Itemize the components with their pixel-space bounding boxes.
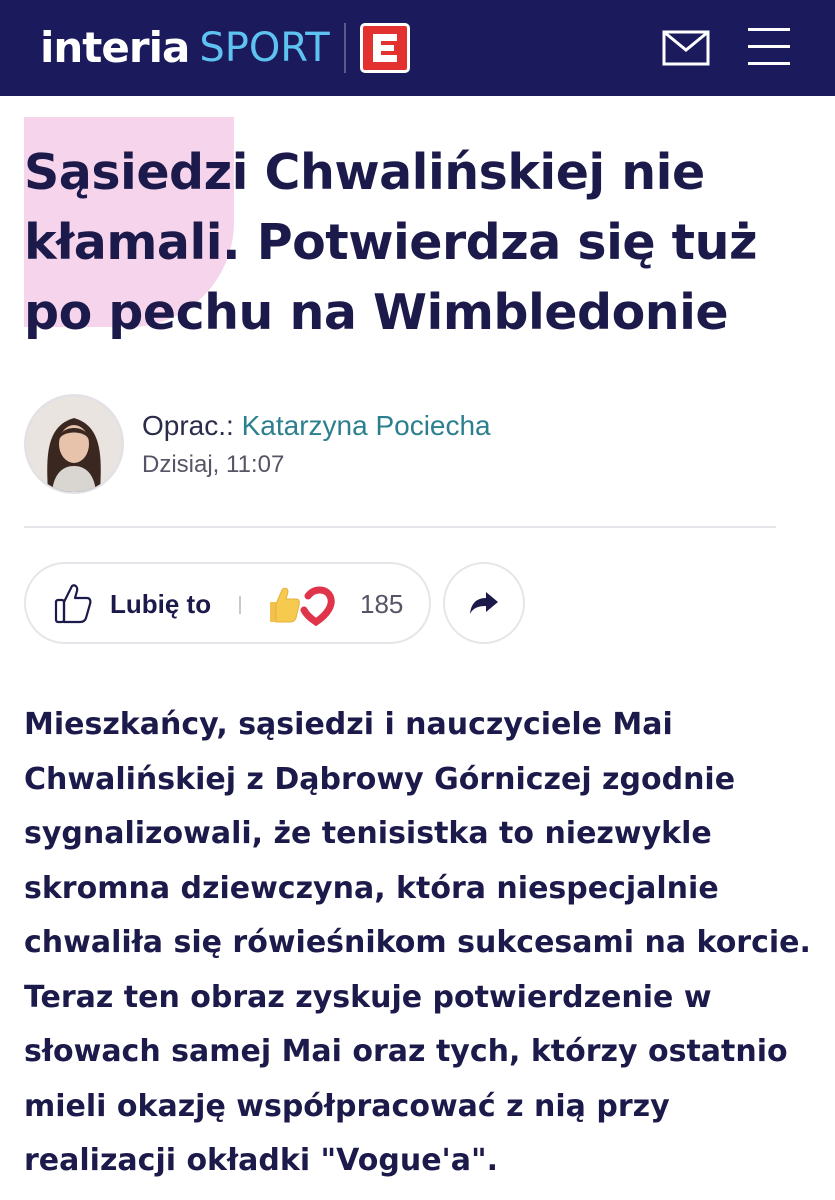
envelope-icon[interactable] xyxy=(662,30,710,66)
reaction-icons[interactable] xyxy=(264,582,344,627)
author-name-link[interactable]: Katarzyna Pociecha xyxy=(242,410,491,441)
menu-line xyxy=(748,45,790,48)
site-logo[interactable]: interia SPORT xyxy=(40,23,410,73)
share-button[interactable] xyxy=(443,562,525,644)
divider xyxy=(24,526,776,528)
logo-interia: interia xyxy=(40,23,190,72)
author-line: Oprac.: Katarzyna Pociecha xyxy=(142,406,491,446)
eurosport-badge-icon[interactable] xyxy=(359,23,410,73)
menu-line xyxy=(748,28,790,31)
reaction-count: 185 xyxy=(360,589,404,619)
share-arrow-icon xyxy=(470,592,498,614)
like-button[interactable]: Lubię to xyxy=(110,584,211,624)
menu-line xyxy=(748,62,790,65)
logo-sport: SPORT xyxy=(199,25,330,71)
hamburger-menu-icon[interactable] xyxy=(748,28,790,68)
pill-divider xyxy=(239,596,241,614)
author-avatar[interactable] xyxy=(24,394,124,494)
publish-date: Dzisiaj, 11:07 xyxy=(142,451,285,478)
heart-icon xyxy=(300,586,335,627)
thumbs-up-outline-icon[interactable] xyxy=(54,582,92,624)
reactions-bar: Lubię to 185 xyxy=(24,562,431,644)
author-prefix: Oprac.: xyxy=(142,410,234,441)
top-navigation-bar: interia SPORT xyxy=(0,0,835,96)
logo-divider xyxy=(343,23,346,73)
article-title: Sąsiedzi Chwalińskiej nie kłamali. Potwi… xyxy=(24,144,757,341)
article-lead: Mieszkańcy, sąsiedzi i nauczyciele Mai C… xyxy=(24,707,811,1178)
